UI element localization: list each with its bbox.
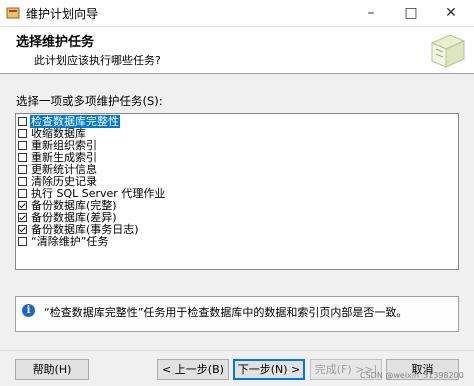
watermark: CSDN @weixin_51398200 (360, 371, 464, 380)
task-checkbox[interactable] (18, 153, 27, 162)
task-checklist[interactable]: 检查数据库完整性 收缩数据库 重新组织索引 重新生成索引 更新统计信息 清除历史… (15, 113, 459, 270)
task-checkbox[interactable] (18, 117, 27, 126)
footer-divider (0, 350, 474, 351)
wizard-banner-icon (430, 34, 466, 68)
task-description-box: i “检查数据库完整性”任务用于检查数据库中的数据和索引页内部是否一致。 (15, 296, 459, 332)
title-bar: 维护计划向导 – □ ✕ (0, 0, 474, 27)
app-icon (6, 7, 20, 19)
task-checkbox[interactable] (18, 201, 27, 210)
window-title: 维护计划向导 (26, 7, 99, 21)
tasks-label: 选择一项或多项维护任务(S): (16, 94, 163, 108)
page-subtitle: 此计划应该执行哪些任务? (34, 54, 161, 67)
task-description-text: “检查数据库完整性”任务用于检查数据库中的数据和索引页内部是否一致。 (44, 306, 408, 319)
task-label: “清除维护”任务 (31, 235, 109, 248)
task-checkbox[interactable] (18, 213, 27, 222)
close-button[interactable]: ✕ (436, 0, 466, 26)
task-checkbox[interactable] (18, 177, 27, 186)
task-checkbox[interactable] (18, 129, 27, 138)
back-button[interactable]: < 上一步(B) (157, 359, 229, 380)
task-checkbox[interactable] (18, 189, 27, 198)
task-item-maintenance-cleanup[interactable]: “清除维护”任务 (17, 235, 457, 248)
task-checkbox[interactable] (18, 141, 27, 150)
minimize-button[interactable]: – (356, 0, 386, 26)
maximize-button[interactable]: □ (396, 0, 426, 26)
help-button[interactable]: 帮助(H) (15, 359, 89, 380)
info-icon: i (22, 304, 35, 317)
page-title: 选择维护任务 (16, 35, 95, 50)
wizard-header: 选择维护任务 此计划应该执行哪些任务? (0, 27, 474, 74)
task-checkbox[interactable] (18, 225, 27, 234)
next-button[interactable]: 下一步(N) > (233, 359, 305, 380)
task-checkbox[interactable] (18, 237, 27, 246)
task-checkbox[interactable] (18, 165, 27, 174)
